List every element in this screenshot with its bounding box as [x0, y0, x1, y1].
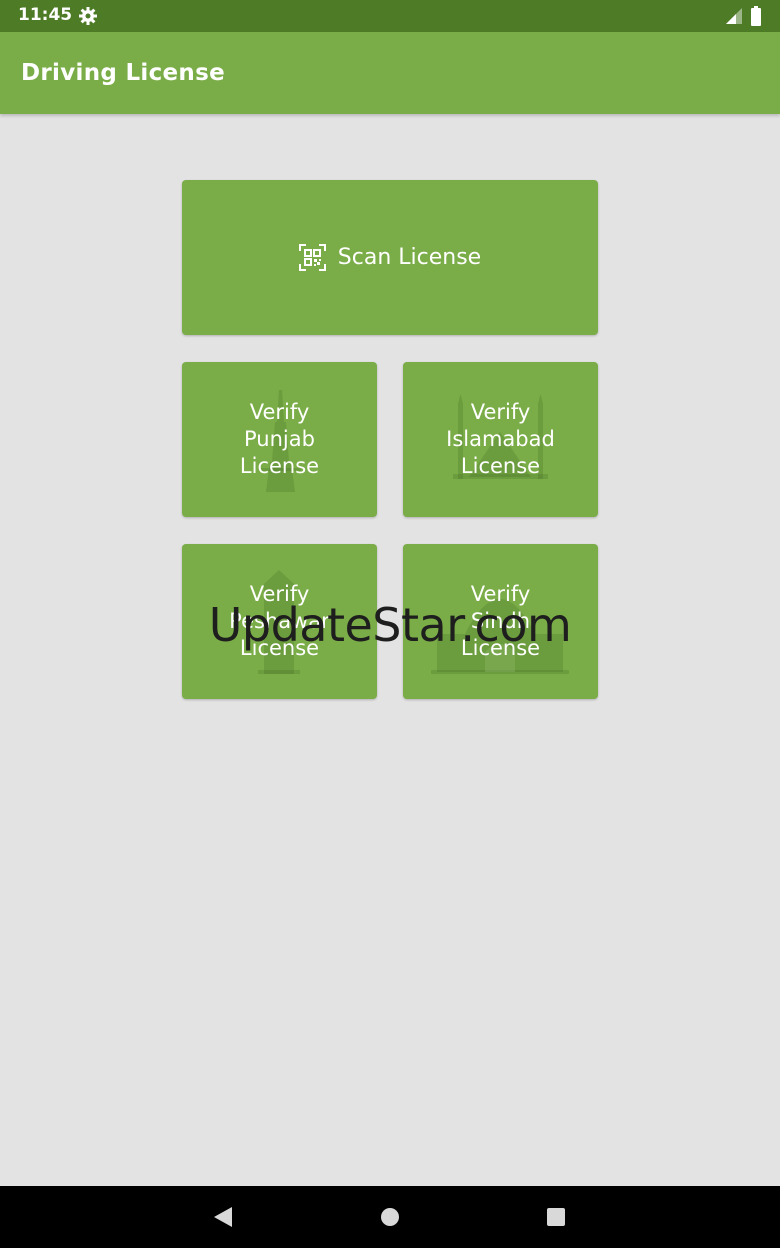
verify-islamabad-label: Verify Islamabad License — [446, 400, 555, 478]
back-icon[interactable] — [212, 1206, 234, 1228]
watermark: UpdateStar.com — [208, 598, 572, 652]
gear-icon — [79, 7, 97, 25]
status-time: 11:45 — [18, 5, 73, 25]
scan-license-content: Scan License — [298, 244, 482, 271]
status-bar: 11:45 — [0, 0, 780, 32]
verify-islamabad-button[interactable]: Verify Islamabad License — [403, 362, 598, 517]
home-icon[interactable] — [380, 1207, 400, 1227]
signal-icon — [726, 8, 742, 24]
verify-punjab-button[interactable]: Verify Punjab License — [182, 362, 377, 517]
scan-license-button[interactable]: Scan License — [182, 180, 598, 335]
battery-icon — [751, 6, 761, 26]
app-bar: Driving License — [0, 32, 780, 114]
scan-license-label: Scan License — [337, 245, 482, 270]
verify-punjab-label: Verify Punjab License — [239, 400, 320, 478]
qr-code-icon — [298, 244, 326, 271]
navigation-bar — [0, 1186, 780, 1248]
app-title: Driving License — [21, 60, 225, 86]
recents-icon[interactable] — [546, 1207, 566, 1227]
